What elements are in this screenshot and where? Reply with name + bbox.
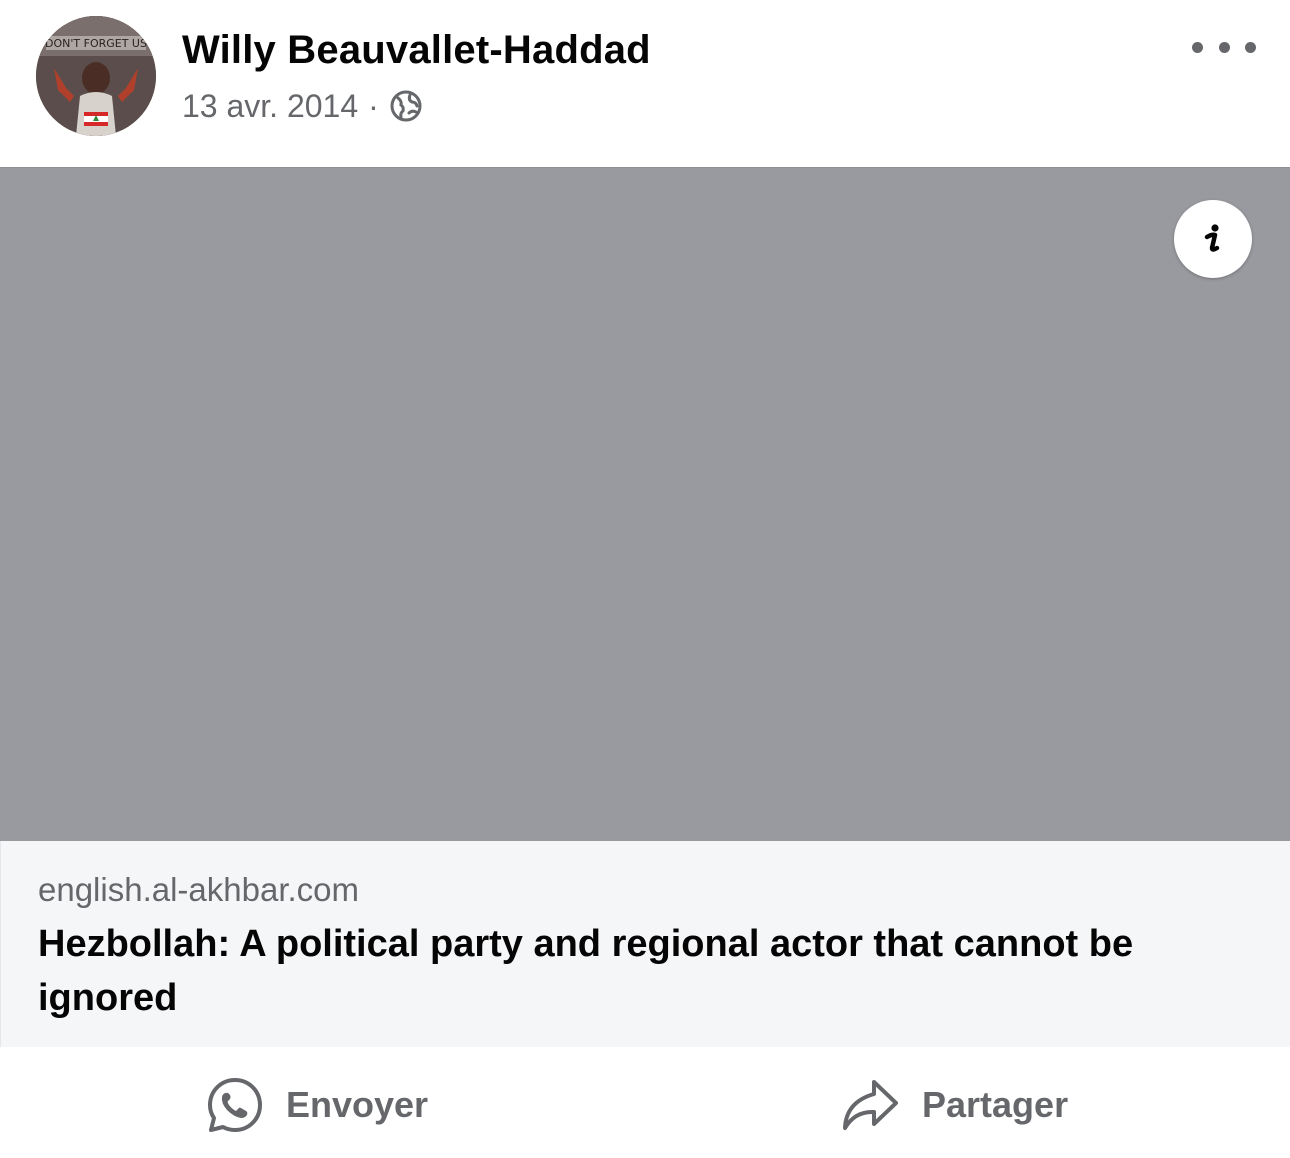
- info-button[interactable]: [1174, 200, 1252, 278]
- action-bar: Envoyer Partager: [0, 1047, 1290, 1158]
- author-name[interactable]: Willy Beauvallet-Haddad: [182, 28, 651, 73]
- more-dot: [1245, 41, 1256, 53]
- post-meta: 13 avr. 2014 ·: [182, 86, 423, 126]
- avatar-image: DON'T FORGET US: [36, 16, 156, 136]
- more-options-button[interactable]: [1192, 30, 1256, 64]
- link-preview-image[interactable]: [0, 167, 1290, 841]
- share-button[interactable]: Partager: [840, 1075, 1068, 1135]
- link-preview[interactable]: english.al-akhbar.com Hezbollah: A polit…: [0, 167, 1290, 1047]
- link-title[interactable]: Hezbollah: A political party and regiona…: [38, 917, 1248, 1025]
- avatar[interactable]: DON'T FORGET US: [36, 16, 156, 136]
- meta-separator: ·: [368, 87, 379, 124]
- more-dot: [1218, 41, 1230, 53]
- send-label: Envoyer: [286, 1084, 429, 1125]
- post-date[interactable]: 13 avr. 2014: [182, 88, 358, 125]
- whatsapp-icon: [208, 1078, 262, 1132]
- send-button[interactable]: Envoyer: [206, 1075, 428, 1135]
- link-preview-details[interactable]: english.al-akhbar.com Hezbollah: A polit…: [0, 841, 1290, 1047]
- post-header: DON'T FORGET US Willy Beauvallet-Haddad …: [0, 0, 1290, 166]
- info-icon: [1204, 224, 1220, 252]
- link-domain: english.al-akhbar.com: [38, 871, 360, 908]
- globe-icon: [389, 89, 423, 123]
- share-label: Partager: [922, 1084, 1069, 1125]
- more-horizontal-icon: [1192, 41, 1203, 53]
- avatar-text: DON'T FORGET US: [45, 37, 147, 50]
- share-arrow-icon: [843, 1080, 898, 1130]
- post-card: DON'T FORGET US Willy Beauvallet-Haddad …: [0, 0, 1290, 1158]
